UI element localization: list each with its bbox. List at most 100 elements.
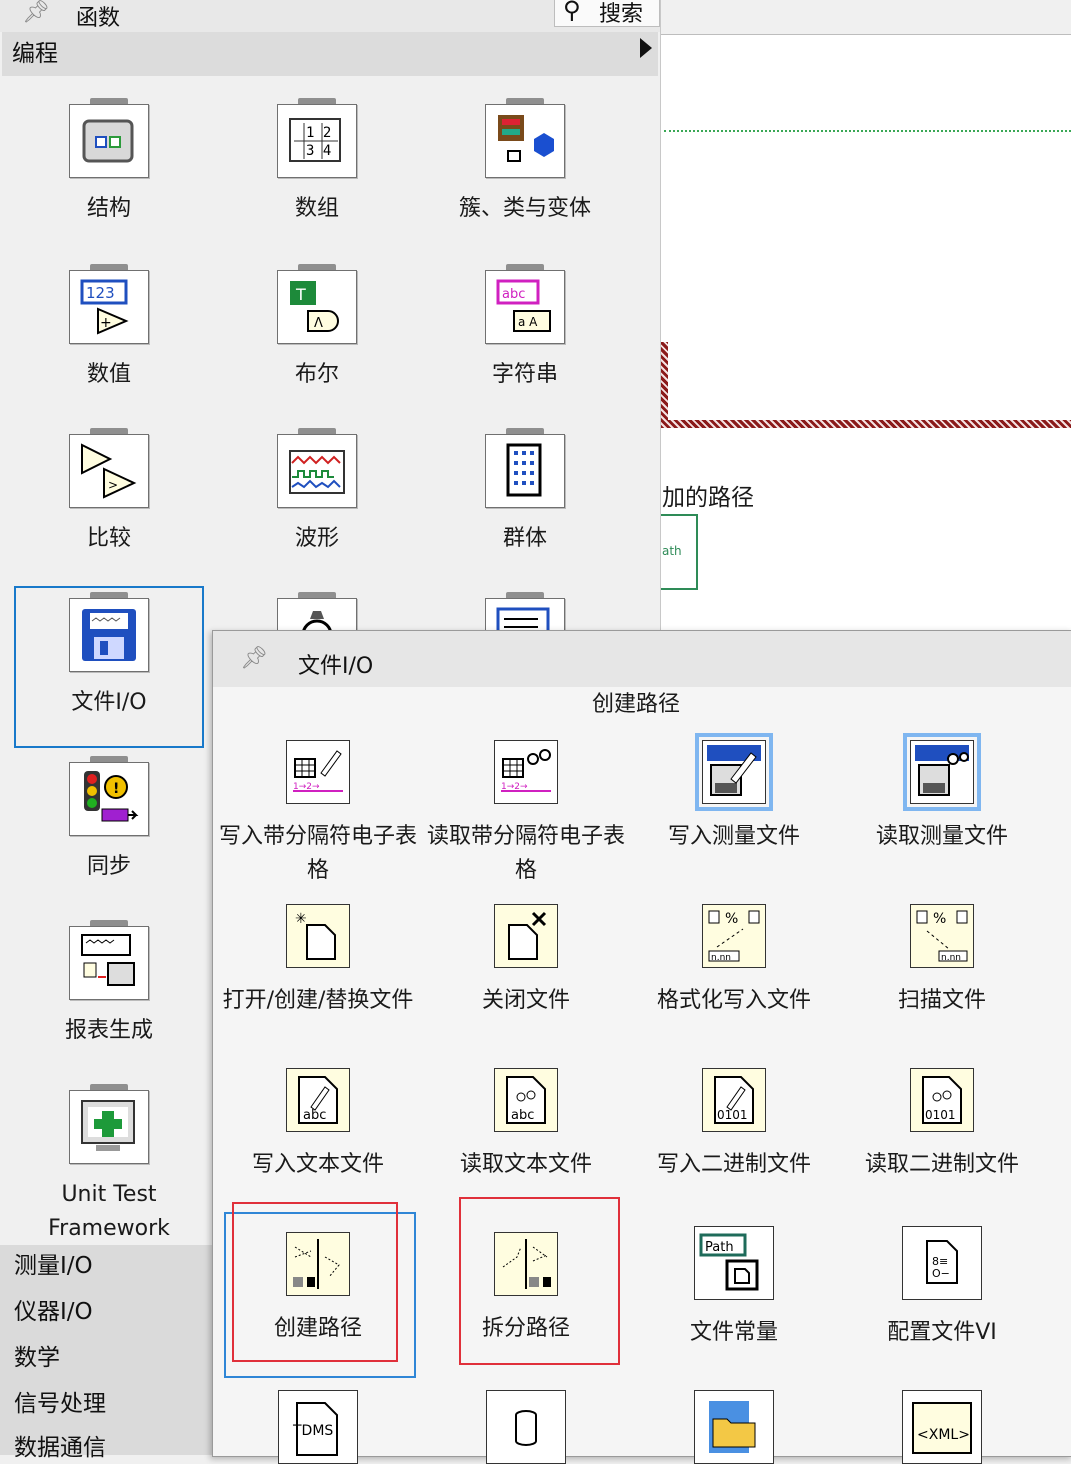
svg-text:TDMS: TDMS	[292, 1423, 333, 1439]
function-label-text: 写入带分隔符电子表格	[218, 824, 417, 883]
function-advanced-file[interactable]	[634, 1390, 834, 1464]
xml-icon: <XML>	[902, 1390, 982, 1464]
function-read-measurement-file[interactable]: 读取测量文件	[842, 733, 1042, 854]
function-config-file-vis[interactable]: 8≡ O− 配置文件VI	[842, 1226, 1042, 1350]
function-label-text: 扫描文件	[897, 988, 986, 1013]
palette-item-label: 报表生成	[64, 1018, 153, 1043]
function-label-text: 读取测量文件	[875, 824, 1008, 849]
category-data-communication[interactable]: 数据通信	[14, 1428, 106, 1462]
function-tdms[interactable]: TDMS	[218, 1390, 418, 1464]
category-signal-processing[interactable]: 信号处理	[14, 1384, 106, 1418]
function-label-text: 打开/创建/替换文件	[222, 988, 414, 1013]
function-label: 写入文本文件	[218, 1148, 418, 1182]
synchronization-icon: !	[69, 756, 149, 836]
palette-item-label: 数组	[294, 196, 339, 221]
svg-text:O−: O−	[932, 1267, 950, 1280]
diagram-path-label: 加的路径	[662, 485, 754, 511]
diagram-path-constant[interactable]: ath	[660, 514, 698, 590]
palette-item-structures[interactable]: 结构	[14, 98, 204, 226]
write-measurement-file-icon	[695, 733, 773, 811]
svg-text:0101: 0101	[925, 1108, 956, 1122]
function-scan-from-file[interactable]: % n.nn 扫描文件	[842, 904, 1042, 1018]
palette-item-synchronization[interactable]: ! 同步	[14, 756, 204, 884]
function-label-text: 写入文本文件	[251, 1152, 384, 1177]
function-label-text: 文件常量	[689, 1320, 778, 1345]
open-create-replace-file-icon: ✳	[286, 904, 350, 968]
function-write-measurement-file[interactable]: 写入测量文件	[634, 733, 834, 854]
function-xml[interactable]: <XML>	[842, 1390, 1042, 1464]
function-read-binary-file[interactable]: 0101 读取二进制文件	[842, 1068, 1042, 1182]
svg-text:!: !	[113, 781, 119, 797]
function-label: 扫描文件	[842, 984, 1042, 1018]
palette-item-label: 比较	[86, 526, 131, 551]
read-measurement-file-icon	[903, 733, 981, 811]
function-label-text: 读取二进制文件	[864, 1152, 1019, 1177]
palette-item-numeric[interactable]: 123 + 数值	[14, 264, 204, 392]
function-read-text-file[interactable]: abc 读取文本文件	[426, 1068, 626, 1182]
function-label: 关闭文件	[426, 984, 626, 1018]
svg-text:abc: abc	[511, 1108, 534, 1123]
selected-item-outline	[14, 586, 204, 748]
function-label: 打开/创建/替换文件	[218, 984, 418, 1018]
tdms-icon: TDMS	[278, 1390, 358, 1464]
function-open-create-replace-file[interactable]: ✳ 打开/创建/替换文件	[218, 904, 418, 1018]
while-loop-border-bottom	[660, 420, 1071, 428]
category-instrument-io[interactable]: 仪器I/O	[14, 1292, 93, 1326]
svg-text:✳: ✳	[295, 911, 307, 927]
comparison-icon: >	[69, 428, 149, 508]
collection-icon	[485, 428, 565, 508]
pin-icon[interactable]: 📌︎	[240, 646, 268, 671]
pin-icon[interactable]: 📌︎	[22, 0, 50, 25]
function-label: 格式化写入文件	[634, 984, 834, 1018]
expand-arrow-icon[interactable]	[640, 38, 652, 58]
waveform-icon	[277, 428, 357, 508]
palette-item-string[interactable]: abc a A 字符串	[430, 264, 620, 392]
storage-icon	[486, 1390, 566, 1464]
scan-from-file-icon: % n.nn	[910, 904, 974, 968]
palette-item-label: 布尔	[294, 362, 339, 387]
palette-item-label: 数值	[86, 362, 131, 387]
function-label-text: 格式化写入文件	[656, 988, 811, 1013]
category-label: 编程	[12, 41, 58, 67]
function-label: 文件常量	[634, 1316, 834, 1350]
while-loop-border-left	[660, 342, 668, 428]
search-button[interactable]: ⚲ 搜索	[554, 0, 660, 27]
function-label: 写入带分隔符电子表格	[218, 820, 418, 888]
palette-item-label: 字符串	[491, 362, 558, 387]
palette-item-comparison[interactable]: > 比较	[14, 428, 204, 556]
function-format-into-file[interactable]: % n.nn 格式化写入文件	[634, 904, 834, 1018]
config-file-vis-icon: 8≡ O−	[902, 1226, 982, 1300]
palette-item-cluster-class-variant[interactable]: 簇、类与变体	[430, 98, 620, 226]
hovered-function-name: 创建路径	[592, 692, 681, 717]
svg-text:abc: abc	[502, 287, 525, 302]
palette-item-waveform[interactable]: 波形	[222, 428, 412, 556]
svg-text:+: +	[100, 315, 112, 331]
function-file-constants[interactable]: Path 文件常量	[634, 1226, 834, 1350]
advanced-file-functions-icon	[694, 1390, 774, 1464]
function-read-delimited-spreadsheet[interactable]: 1→2→ 读取带分隔符电子表格	[426, 740, 626, 888]
function-storage[interactable]	[426, 1390, 626, 1464]
numeric-icon: 123 +	[69, 264, 149, 344]
function-label: 读取二进制文件	[842, 1148, 1042, 1182]
cluster-class-variant-icon	[485, 98, 565, 178]
function-write-text-file[interactable]: abc 写入文本文件	[218, 1068, 418, 1182]
close-file-icon	[494, 904, 558, 968]
palette-item-report-generation[interactable]: 报表生成	[14, 920, 204, 1048]
function-close-file[interactable]: 关闭文件	[426, 904, 626, 1018]
category-measurement-io[interactable]: 测量I/O	[14, 1246, 93, 1280]
category-header-programming[interactable]	[2, 32, 658, 76]
function-label: 配置文件VI	[842, 1316, 1042, 1350]
format-into-file-icon: % n.nn	[702, 904, 766, 968]
category-mathematics[interactable]: 数学	[14, 1338, 60, 1372]
svg-text:0101: 0101	[717, 1108, 748, 1122]
function-write-delimited-spreadsheet[interactable]: 1→2→ 写入带分隔符电子表格	[218, 740, 418, 888]
function-write-binary-file[interactable]: 0101 写入二进制文件	[634, 1068, 834, 1182]
write-binary-file-icon: 0101	[702, 1068, 766, 1132]
palette-item-collection[interactable]: 群体	[430, 428, 620, 556]
palette-item-array[interactable]: 1 23 4 数组	[222, 98, 412, 226]
boolean-icon: TΛ	[277, 264, 357, 344]
palette-item-boolean[interactable]: TΛ 布尔	[222, 264, 412, 392]
report-generation-icon	[69, 920, 149, 1000]
palette-item-unit-test-framework[interactable]: Unit Test Framework	[14, 1084, 204, 1246]
string-icon: abc a A	[485, 264, 565, 344]
